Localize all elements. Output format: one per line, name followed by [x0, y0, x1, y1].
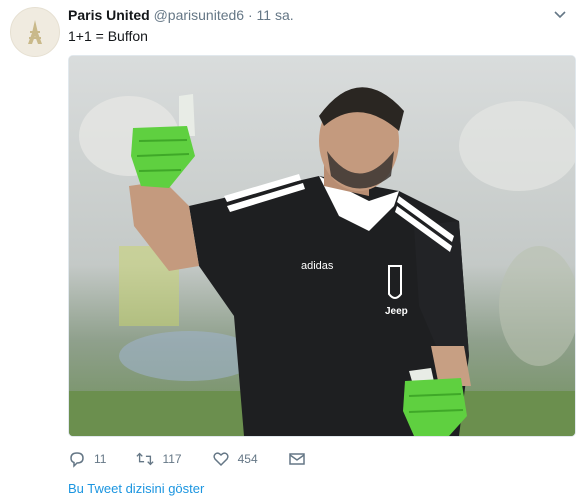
tweet-timestamp[interactable]: 11 sa. [257, 7, 294, 23]
avatar[interactable] [10, 7, 60, 57]
jersey-club-text: Jeep [385, 306, 408, 317]
tweet-text: 1+1 = Buffon [68, 28, 148, 44]
author-handle[interactable]: @parisunited6 [154, 7, 245, 23]
retweet-action[interactable]: 117 [136, 450, 182, 468]
like-count: 454 [237, 452, 258, 466]
separator-dot: · [247, 7, 253, 23]
reply-count: 11 [94, 452, 107, 466]
tweet: Paris United @parisunited6 · 11 sa. 1+1 … [0, 0, 579, 500]
tweet-actions: 11 117 454 [68, 449, 569, 469]
reply-action[interactable]: 11 [68, 450, 106, 468]
retweet-count: 117 [162, 452, 182, 466]
like-action[interactable]: 454 [212, 450, 258, 468]
eiffel-logo-icon [28, 20, 42, 44]
show-thread-link[interactable]: Bu Tweet dizisini göster [68, 481, 204, 496]
tweet-photo[interactable]: adidas Jeep [68, 55, 576, 437]
envelope-icon[interactable] [288, 450, 306, 468]
author-name[interactable]: Paris United [68, 7, 150, 23]
chevron-down-icon[interactable] [553, 8, 567, 22]
reply-icon[interactable] [68, 450, 86, 468]
heart-icon[interactable] [212, 450, 230, 468]
message-action[interactable] [288, 450, 306, 468]
jersey-brand-text: adidas [301, 260, 334, 272]
retweet-icon[interactable] [136, 450, 155, 468]
tweet-header: Paris United @parisunited6 · 11 sa. [68, 6, 549, 24]
